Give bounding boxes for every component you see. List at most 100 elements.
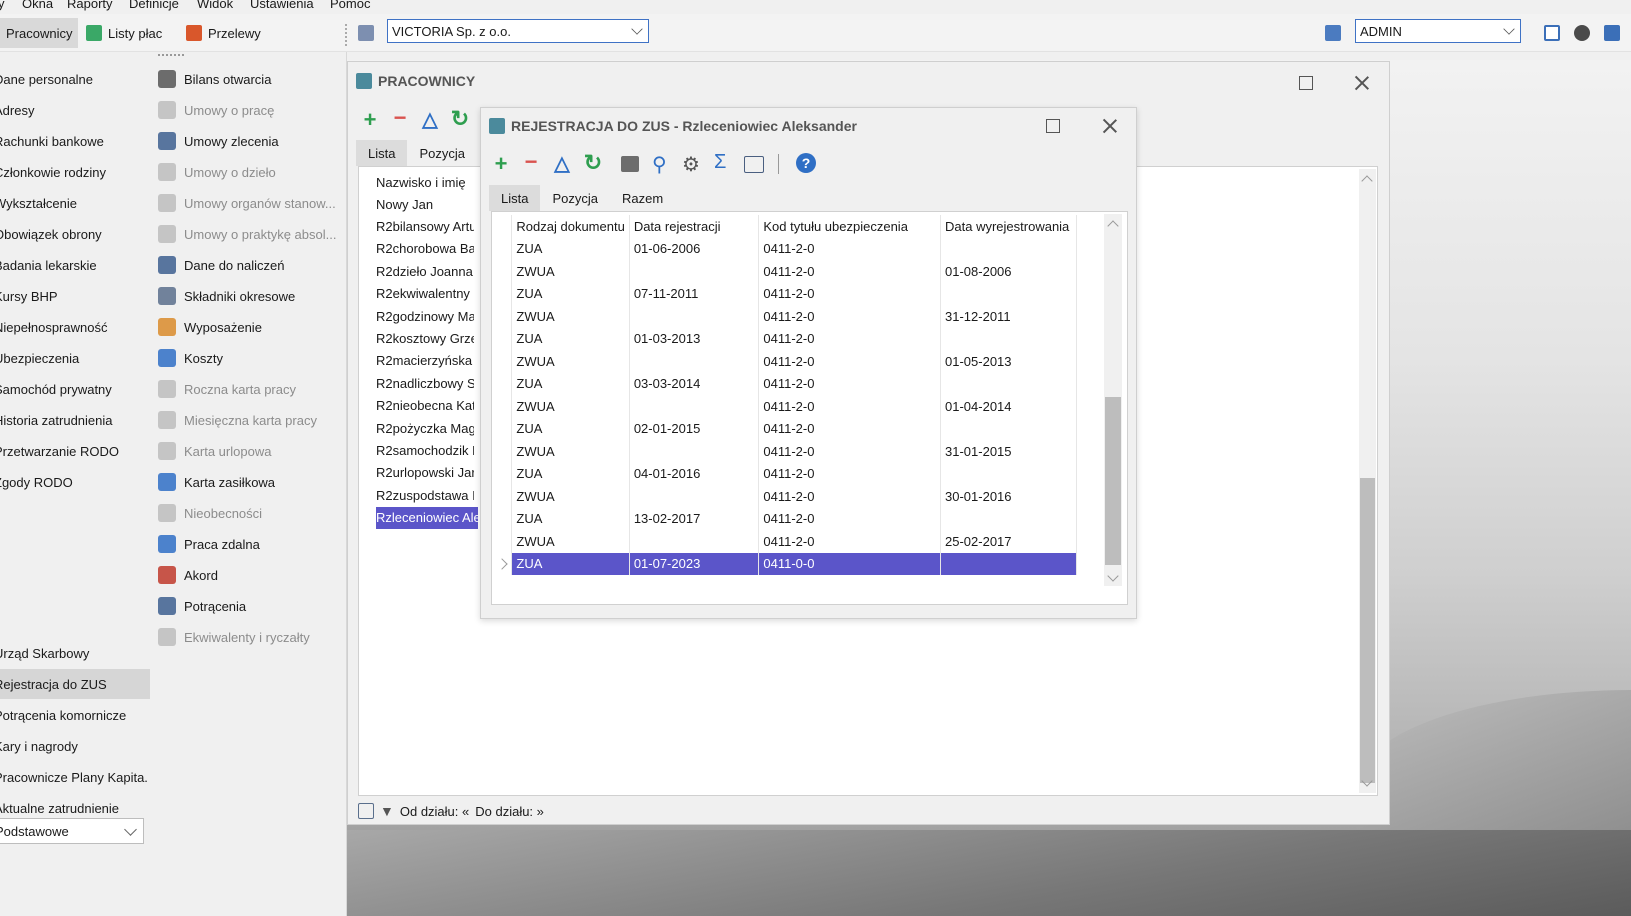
maximize-button[interactable] [1299,76,1313,90]
cell-registration-date[interactable] [629,350,760,373]
cell-insurance-code[interactable]: 0411-0-0 [758,552,942,575]
cell-deregistration-date[interactable]: 31-12-2011 [940,305,1077,328]
cell-registration-date[interactable] [629,485,760,508]
list-item[interactable]: R2godzinowy Ma [376,305,474,327]
menu-item[interactable]: y [0,0,5,11]
cell-document-type[interactable]: ZWUA [511,440,630,463]
status-from-department[interactable]: Od działu: « [400,804,469,819]
sidebar-item[interactable]: Umowy organów stanow... [158,188,336,218]
cell-document-type[interactable]: ZWUA [511,305,630,328]
cell-document-type[interactable]: ZWUA [511,260,630,283]
filter-icon[interactable]: ▼ [380,803,394,819]
cell-registration-date[interactable] [629,305,760,328]
cell-registration-date[interactable]: 04-01-2016 [629,462,760,485]
table-row[interactable]: ZUA 01-03-2013 0411-2-0 [496,327,1077,350]
column-header-deregistration-date[interactable]: Data wyrejestrowania [940,215,1077,238]
sidebar-item[interactable]: Składniki okresowe [158,281,295,311]
close-button[interactable] [1355,76,1369,90]
list-item[interactable]: R2urlopowski Jar [376,462,474,484]
zus-scrollbar[interactable] [1104,214,1122,586]
table-row[interactable]: ZUA 04-01-2016 0411-2-0 [496,462,1077,485]
sidebar-item[interactable]: Przetwarzanie RODO [0,436,119,466]
grid-icon[interactable] [358,803,374,819]
list-item[interactable]: R2macierzyńska [376,350,474,372]
user-select[interactable]: ADMIN [1355,19,1521,43]
cell-document-type[interactable]: ZUA [511,552,630,575]
remove-icon[interactable]: − [388,106,412,130]
employees-button[interactable]: Pracownicy [0,18,79,48]
columns-icon[interactable] [744,156,764,173]
sidebar-item[interactable]: Ubezpieczenia [0,343,79,373]
employees-scrollbar[interactable] [1359,169,1376,793]
cell-registration-date[interactable]: 13-02-2017 [629,507,760,530]
sidebar-item[interactable]: Kursy BHP [0,281,58,311]
list-item[interactable]: Rzleceniowiec Ale [376,506,478,529]
menu-item-ustawienia[interactable]: Ustawienia [250,0,314,11]
cell-deregistration-date[interactable]: 30-01-2016 [940,485,1077,508]
sidebar-item[interactable]: Miesięczna karta pracy [158,405,317,435]
cell-registration-date[interactable] [629,260,760,283]
sum-icon[interactable]: Σ [714,151,726,174]
table-row[interactable]: ZUA 01-06-2006 0411-2-0 [496,237,1077,260]
table-row[interactable]: ZUA 07-11-2011 0411-2-0 [496,282,1077,305]
cell-registration-date[interactable]: 03-03-2014 [629,372,760,395]
close-button[interactable] [1103,119,1117,133]
sidebar-item[interactable]: Ekwiwalenty i ryczałty [158,622,310,652]
cell-registration-date[interactable] [629,440,760,463]
sidebar-item[interactable]: Dane do naliczeń [158,250,284,280]
table-row[interactable]: ZUA 03-03-2014 0411-2-0 [496,372,1077,395]
settings-gear-icon[interactable]: ⚙ [682,152,700,177]
sidebar-item[interactable]: Karta urlopowa [158,436,271,466]
cell-document-type[interactable]: ZUA [511,507,630,530]
cell-insurance-code[interactable]: 0411-2-0 [758,485,942,508]
table-row[interactable]: ZWUA 0411-2-0 31-01-2015 [496,440,1077,463]
table-row[interactable]: ZUA 01-07-2023 0411-0-0 [496,552,1077,575]
tab-lista[interactable]: Lista [356,140,408,166]
cell-insurance-code[interactable]: 0411-2-0 [758,260,942,283]
cell-insurance-code[interactable]: 0411-2-0 [758,327,942,350]
column-header-document-type[interactable]: Rodzaj dokumentu [511,215,630,238]
cell-insurance-code[interactable]: 0411-2-0 [758,530,942,553]
settings-gear-icon[interactable] [1574,25,1590,41]
sidebar-item[interactable]: Wykształcenie [0,188,77,218]
sidebar-item[interactable]: Obowiązek obrony [0,219,102,249]
maximize-button[interactable] [1046,119,1060,133]
sidebar-item[interactable]: Umowy zlecenia [158,126,279,156]
sidebar-item[interactable]: Wyposażenie [158,312,262,342]
cell-document-type[interactable]: ZUA [511,462,630,485]
cell-document-type[interactable]: ZUA [511,282,630,305]
sidebar-item[interactable]: Adresy [0,95,34,125]
cell-registration-date[interactable]: 02-01-2015 [629,417,760,440]
edit-triangle-icon[interactable]: △ [418,108,442,132]
cell-document-type[interactable]: ZUA [511,237,630,260]
cell-document-type[interactable]: ZUA [511,372,630,395]
cell-registration-date[interactable]: 07-11-2011 [629,282,760,305]
sidebar-item[interactable]: Roczna karta pracy [158,374,296,404]
sidebar-item[interactable]: Dane personalne [0,64,93,94]
edit-triangle-icon[interactable]: △ [550,152,574,176]
scroll-down-icon[interactable] [1107,570,1119,582]
cell-registration-date[interactable]: 01-06-2006 [629,237,760,260]
list-item[interactable]: R2chorobowa Ba [376,238,474,260]
list-item[interactable]: R2nieobecna Kat [376,395,474,417]
print-icon[interactable] [621,156,639,172]
cell-document-type[interactable]: ZWUA [511,395,630,418]
cell-document-type[interactable]: ZUA [511,327,630,350]
table-row[interactable]: ZWUA 0411-2-0 01-08-2006 [496,260,1077,283]
help-icon[interactable]: ? [796,153,816,173]
sidebar-item[interactable]: Karta zasiłkowa [158,467,275,497]
network-icon[interactable] [1604,25,1620,41]
cell-registration-date[interactable] [629,530,760,553]
refresh-icon[interactable]: ↻ [581,151,605,175]
cell-insurance-code[interactable]: 0411-2-0 [758,395,942,418]
table-row[interactable]: ZWUA 0411-2-0 01-04-2014 [496,395,1077,418]
list-item[interactable]: R2zuspodstawa I [376,484,474,506]
table-row[interactable]: ZUA 13-02-2017 0411-2-0 [496,507,1077,530]
cell-deregistration-date[interactable] [940,462,1077,485]
cell-insurance-code[interactable]: 0411-2-0 [758,372,942,395]
sidebar-item[interactable]: Potrącenia [158,591,246,621]
sidebar-item[interactable]: Praca zdalna [158,529,260,559]
tab-lista[interactable]: Lista [489,185,541,211]
cell-deregistration-date[interactable]: 01-08-2006 [940,260,1077,283]
list-item[interactable]: R2ekwiwalentny [376,283,474,305]
